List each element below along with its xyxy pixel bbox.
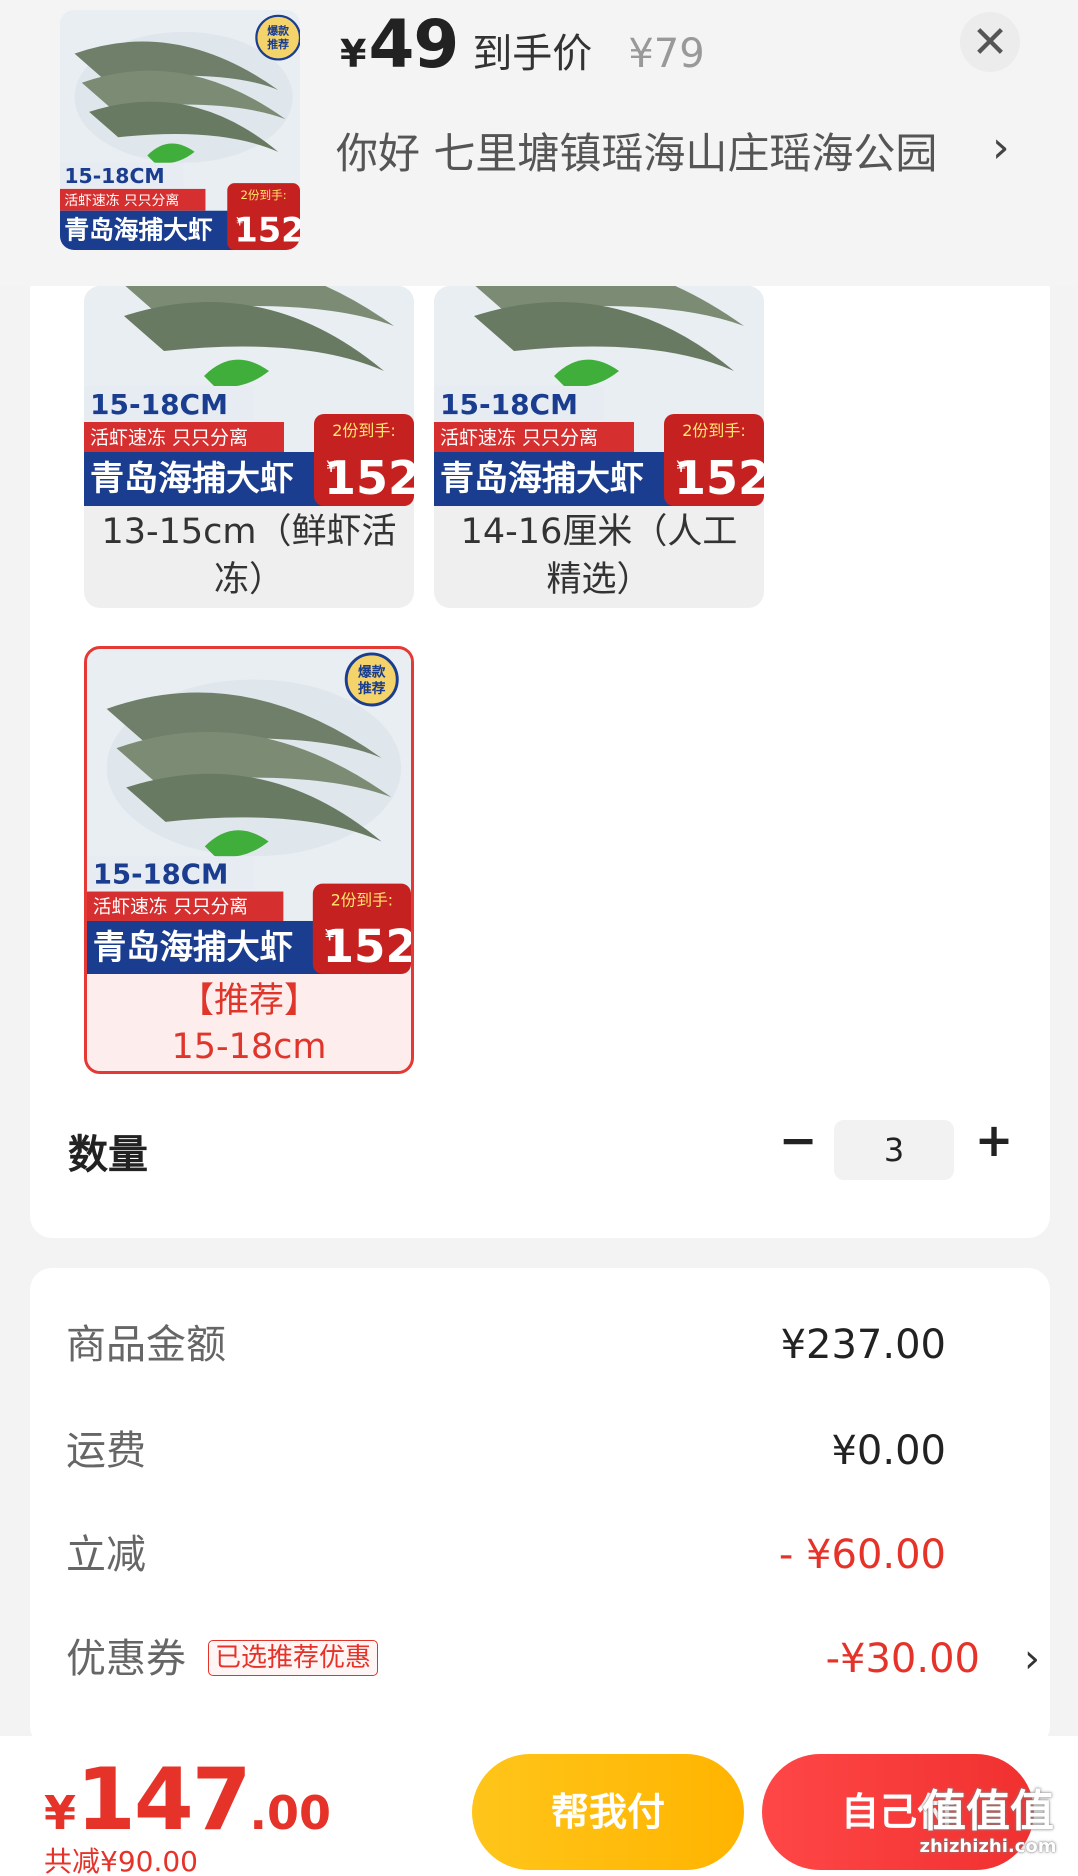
price-label: 到手价 xyxy=(472,31,593,77)
header-price: ¥ 49 到手价 ¥79 xyxy=(340,6,705,83)
svg-text:15-18CM: 15-18CM xyxy=(440,388,578,421)
total-decimal: .00 xyxy=(249,1786,332,1840)
help-me-pay-button[interactable]: 帮我付 xyxy=(472,1754,744,1870)
shipping-label: 运费 xyxy=(66,1428,146,1474)
svg-text:活虾速冻 只只分离: 活虾速冻 只只分离 xyxy=(93,897,248,918)
shrimp-image: 15-18CM 活虾速冻 只只分离 青岛海捕大虾 2份到手: ¥ 152 xyxy=(434,286,764,506)
option-label-line2: 15-18cm xyxy=(171,1027,327,1067)
price-currency: ¥ xyxy=(340,32,367,76)
badge-line2: 推荐 xyxy=(267,37,289,51)
promo-price: 152 xyxy=(235,210,300,249)
shrimp-image: 爆款 推荐 15-18CM 活虾速冻 只只分离 青岛海捕大虾 2份到手: ¥ 1… xyxy=(87,650,411,974)
badge-line1: 爆款 xyxy=(267,24,289,38)
option-image: 15-18CM 活虾速冻 只只分离 青岛海捕大虾 2份到手: ¥ 152 xyxy=(84,286,414,506)
svg-text:152: 152 xyxy=(324,451,414,505)
svg-text:152: 152 xyxy=(323,920,411,973)
svg-text:15-18CM: 15-18CM xyxy=(93,859,228,891)
goods-amount-value: ¥237.00 xyxy=(780,1322,946,1368)
svg-text:2份到手:: 2份到手: xyxy=(682,421,746,440)
svg-text:青岛海捕大虾: 青岛海捕大虾 xyxy=(90,459,294,499)
delivery-address[interactable]: 你好 七里塘镇瑶海山庄瑶海公园 xyxy=(336,120,937,181)
chevron-right-icon[interactable]: › xyxy=(1024,1624,1040,1694)
svg-text:爆款: 爆款 xyxy=(358,664,386,681)
coupon-row[interactable]: 优惠券 已选推荐优惠 -¥30.00 › xyxy=(66,1624,1040,1694)
instant-discount-value: - ¥60.00 xyxy=(778,1532,946,1578)
price-detail-card: 商品金额 ¥237.00 运费 ¥0.00 立减 - ¥60.00 优惠券 已选… xyxy=(30,1268,1050,1748)
price-value: 49 xyxy=(368,6,459,83)
svg-text:152: 152 xyxy=(674,451,764,505)
goods-amount-label: 商品金额 xyxy=(66,1322,226,1368)
svg-text:活虾速冻 只只分离: 活虾速冻 只只分离 xyxy=(440,427,598,449)
sub-text: 活虾速冻 只只分离 xyxy=(64,192,179,209)
total-price: ¥ 147 .00 xyxy=(44,1750,331,1850)
option-image: 15-18CM 活虾速冻 只只分离 青岛海捕大虾 2份到手: ¥ 152 xyxy=(434,286,764,506)
shrimp-image: 15-18CM 活虾速冻 只只分离 青岛海捕大虾 2份到手: ¥ 152 xyxy=(84,286,414,506)
shipping-value: ¥0.00 xyxy=(831,1428,946,1474)
instant-discount-row: 立减 - ¥60.00 xyxy=(66,1520,1016,1590)
watermark: 值值值 zhizhizhi.com xyxy=(908,1788,1068,1858)
instant-discount-label: 立减 xyxy=(66,1532,146,1578)
option-label: 14-16厘米（人工精选） xyxy=(460,512,738,600)
shrimp-product-image: 爆款 推荐 15-18CM 活虾速冻 只只分离 青岛海捕大虾 2份到手: ¥ 1… xyxy=(60,10,300,250)
promo-text: 2份到手: xyxy=(241,188,287,202)
brand-text: 青岛海捕大虾 xyxy=(64,215,213,244)
watermark-main: 值值值 xyxy=(922,1786,1054,1837)
option-image: 爆款 推荐 15-18CM 活虾速冻 只只分离 青岛海捕大虾 2份到手: ¥ 1… xyxy=(87,649,411,975)
chevron-right-icon[interactable]: › xyxy=(992,122,1010,173)
svg-text:青岛海捕大虾: 青岛海捕大虾 xyxy=(440,459,644,499)
svg-text:推荐: 推荐 xyxy=(358,680,386,697)
sku-option-14-16cm[interactable]: 15-18CM 活虾速冻 只只分离 青岛海捕大虾 2份到手: ¥ 152 14-… xyxy=(434,286,764,608)
close-icon: ✕ xyxy=(971,16,1009,68)
option-label-line1: 【推荐】 xyxy=(178,981,319,1021)
total-integer: 147 xyxy=(76,1750,252,1850)
watermark-sub: zhizhizhi.com xyxy=(919,1836,1057,1857)
sku-header: 爆款 推荐 15-18CM 活虾速冻 只只分离 青岛海捕大虾 2份到手: ¥ 1… xyxy=(0,0,1078,286)
sku-option-15-18cm-selected[interactable]: 爆款 推荐 15-18CM 活虾速冻 只只分离 青岛海捕大虾 2份到手: ¥ 1… xyxy=(84,646,414,1074)
original-price: ¥79 xyxy=(628,31,705,77)
quantity-increase-button[interactable]: + xyxy=(966,1112,1022,1168)
svg-text:活虾速冻 只只分离: 活虾速冻 只只分离 xyxy=(90,427,248,449)
svg-text:15-18CM: 15-18CM xyxy=(90,388,228,421)
svg-text:青岛海捕大虾: 青岛海捕大虾 xyxy=(93,927,293,966)
quantity-label: 数量 xyxy=(68,1132,148,1178)
total-saved: 共减¥90.00 xyxy=(44,1845,198,1876)
quantity-input[interactable]: 3 xyxy=(834,1120,954,1180)
sku-option-13-15cm[interactable]: 15-18CM 活虾速冻 只只分离 青岛海捕大虾 2份到手: ¥ 152 13-… xyxy=(84,286,414,608)
svg-text:2份到手:: 2份到手: xyxy=(331,890,393,909)
coupon-value: -¥30.00 xyxy=(825,1636,980,1682)
svg-text:2份到手:: 2份到手: xyxy=(332,421,396,440)
size-text: 15-18CM xyxy=(64,164,164,188)
coupon-tag: 已选推荐优惠 xyxy=(208,1640,379,1676)
sku-options-card: 15-18CM 活虾速冻 只只分离 青岛海捕大虾 2份到手: ¥ 152 13-… xyxy=(30,286,1050,1238)
close-button[interactable]: ✕ xyxy=(960,12,1020,72)
coupon-label: 优惠券 xyxy=(66,1636,186,1682)
quantity-decrease-button[interactable]: − xyxy=(770,1112,826,1168)
goods-amount-row: 商品金额 ¥237.00 xyxy=(66,1310,1016,1380)
product-thumbnail: 爆款 推荐 15-18CM 活虾速冻 只只分离 青岛海捕大虾 2份到手: ¥ 1… xyxy=(60,10,300,250)
shipping-row: 运费 ¥0.00 xyxy=(66,1416,1016,1486)
total-currency: ¥ xyxy=(44,1786,77,1840)
option-label: 13-15cm（鲜虾活冻） xyxy=(101,512,397,600)
